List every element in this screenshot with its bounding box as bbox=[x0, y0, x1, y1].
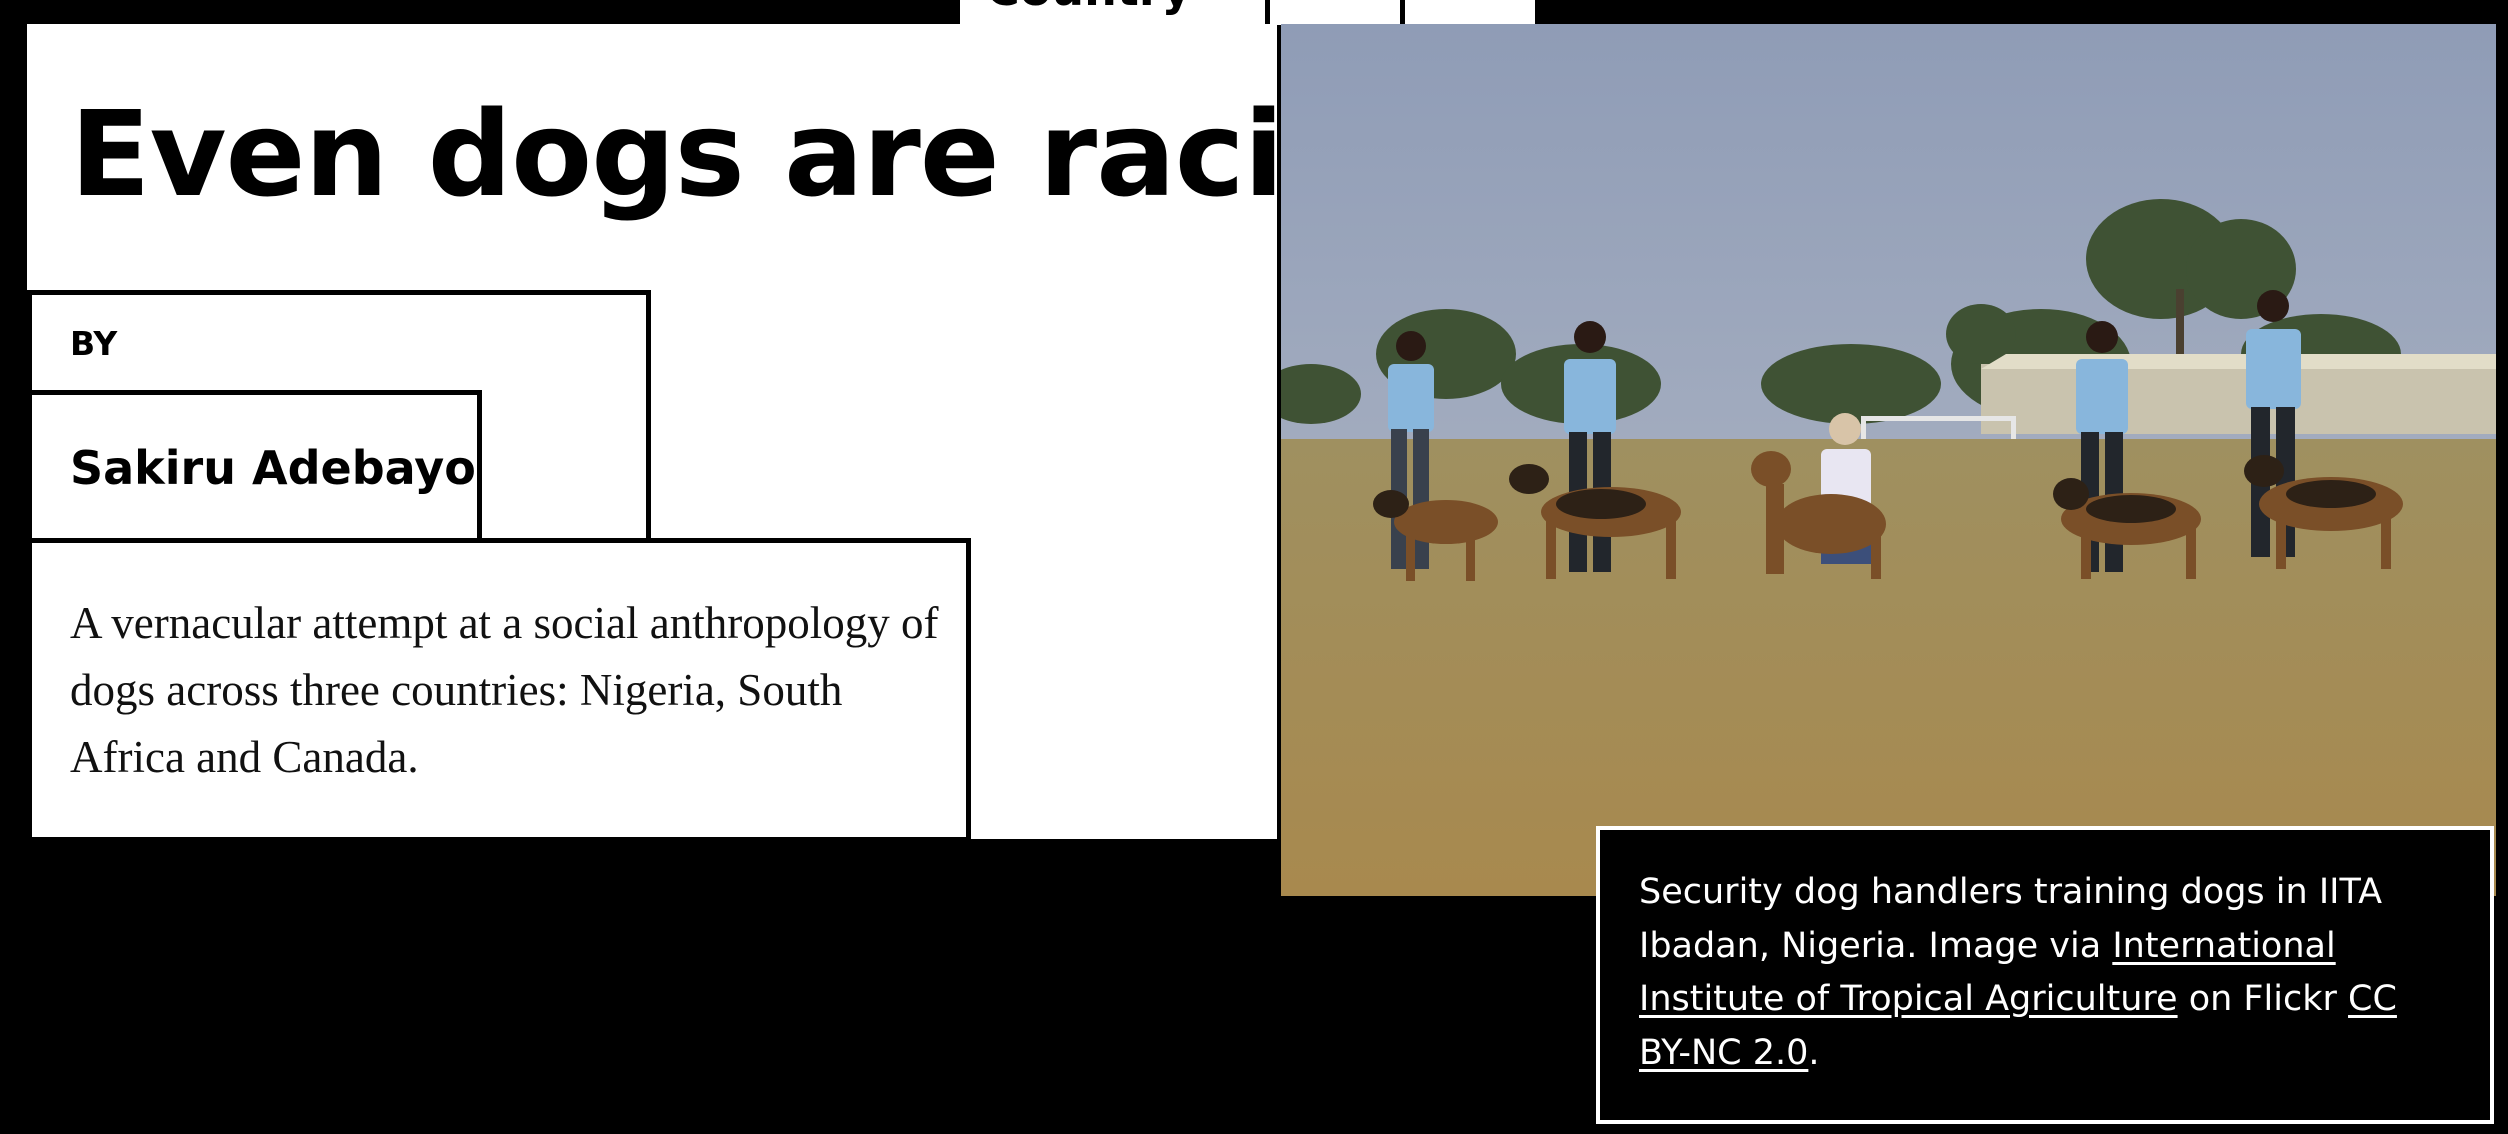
article-photo bbox=[1281, 24, 2496, 896]
article-description: A vernacular attempt at a social anthrop… bbox=[70, 598, 939, 782]
author-name[interactable]: Sakiru Adebayo bbox=[70, 441, 476, 495]
article-title: Even dogs are racist bbox=[70, 85, 1409, 223]
caption-text-2: on Flickr bbox=[2177, 979, 2349, 1019]
photo-caption: Security dog handlers training dogs in I… bbox=[1639, 866, 2459, 1080]
tab-country-label: Country bbox=[986, 0, 1192, 16]
caption-text-3: . bbox=[1808, 1032, 1820, 1073]
photo-illustration bbox=[1281, 24, 2496, 896]
byline-label: BY bbox=[70, 324, 118, 363]
